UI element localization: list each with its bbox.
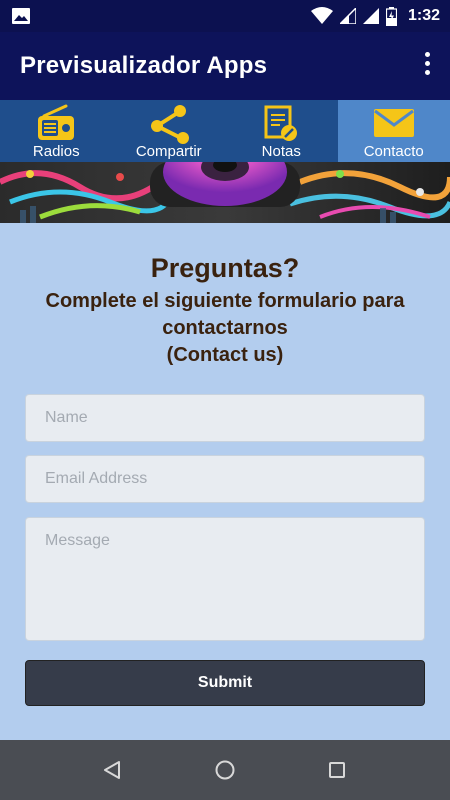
tab-label: Notas — [261, 143, 301, 160]
contact-form-section: Preguntas? Complete el siguiente formula… — [0, 223, 450, 740]
tab-notas[interactable]: Notas — [225, 100, 338, 162]
status-icons: 1:32 — [310, 0, 440, 32]
mail-icon — [373, 109, 414, 137]
form-subheading: Complete el siguiente formulario para co… — [20, 288, 430, 369]
tab-bar: Radios Compartir Notas Contacto — [0, 100, 450, 162]
form-subheading-line: contactarnos — [162, 317, 288, 339]
music-banner-image — [0, 162, 450, 223]
submit-button[interactable]: Submit — [25, 660, 425, 706]
tab-radios[interactable]: Radios — [0, 100, 113, 162]
home-icon — [215, 760, 235, 780]
overflow-menu-icon[interactable] — [422, 52, 432, 80]
app-title: Previsualizador Apps — [20, 52, 268, 79]
tab-contacto[interactable]: Contacto — [337, 100, 450, 162]
tab-compartir[interactable]: Compartir — [113, 100, 226, 162]
notes-icon — [264, 105, 298, 141]
tab-label: Contacto — [363, 143, 424, 160]
back-icon — [104, 761, 120, 779]
form-subheading-line: Complete el siguiente formulario para — [45, 290, 405, 312]
signal-icon — [362, 8, 379, 24]
recents-button[interactable] — [307, 740, 367, 800]
tab-label: Compartir — [135, 143, 202, 160]
app-bar: Previsualizador Apps — [0, 32, 450, 100]
status-time: 1:32 — [407, 7, 440, 24]
email-field[interactable] — [25, 455, 425, 503]
tab-label: Radios — [32, 143, 80, 160]
form-subheading-line: (Contact us) — [166, 344, 284, 366]
image-icon — [12, 8, 30, 24]
battery-charging-icon — [385, 6, 397, 26]
back-button[interactable] — [82, 740, 142, 800]
form-heading: Preguntas? — [150, 253, 300, 283]
status-bar: 1:32 — [0, 0, 450, 32]
name-field[interactable] — [25, 394, 425, 442]
navigation-bar — [0, 740, 450, 800]
home-button[interactable] — [195, 740, 255, 800]
message-field[interactable] — [25, 517, 425, 641]
share-icon — [150, 105, 189, 144]
recents-icon — [329, 762, 345, 778]
signal-icon — [339, 8, 356, 24]
radio-icon — [38, 104, 75, 140]
wifi-icon — [310, 7, 333, 24]
